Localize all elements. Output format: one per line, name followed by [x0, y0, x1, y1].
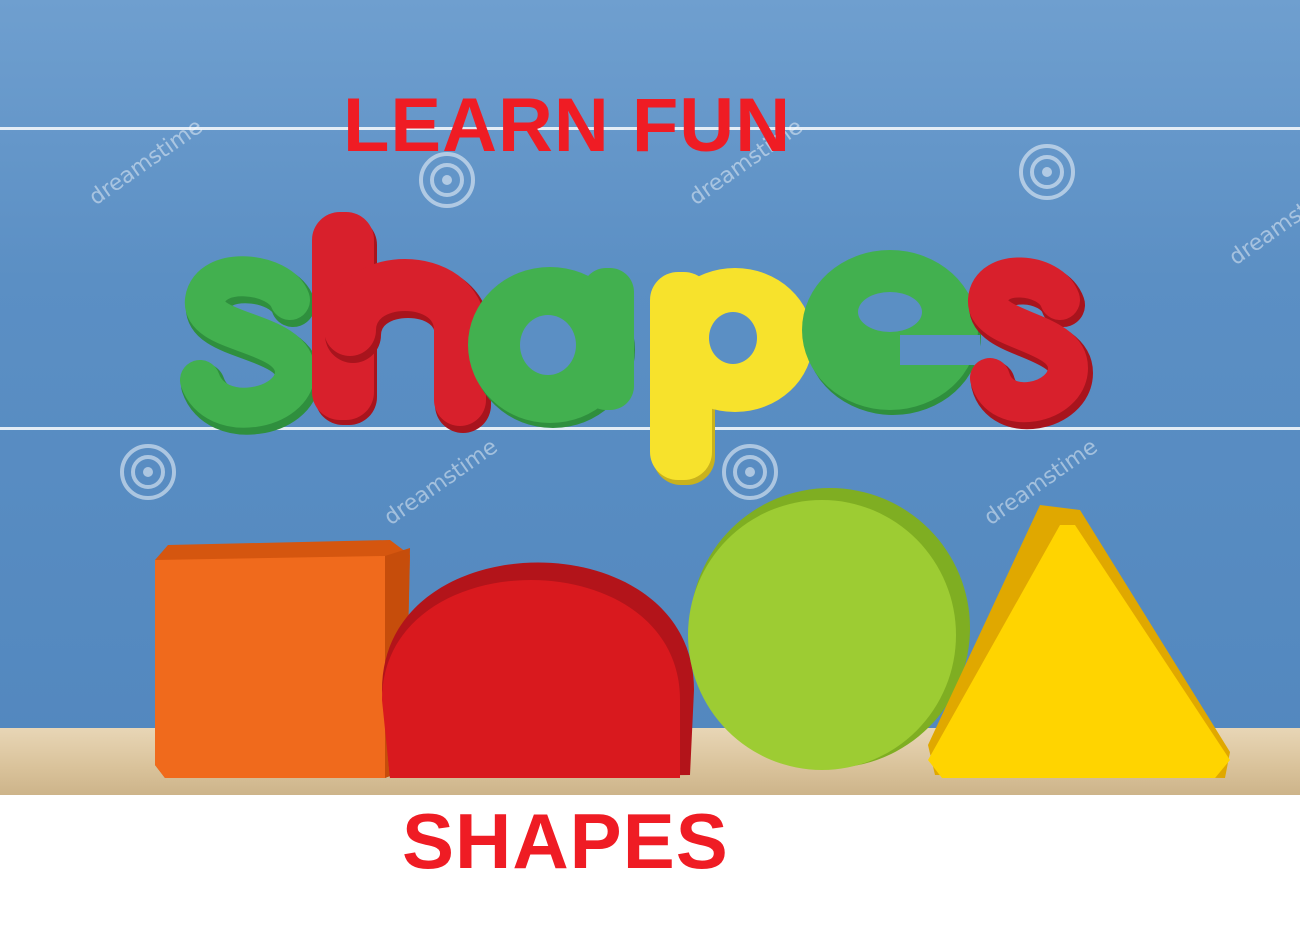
half-circle-block [382, 562, 694, 778]
circle-block [688, 488, 970, 770]
photo-scene: dreamstime dreamstime dreamstime dreamst… [0, 0, 1300, 795]
triangle-block [928, 505, 1230, 778]
caption-text: SHAPES [402, 797, 729, 885]
square-block [155, 540, 410, 778]
headline-text: LEARN FUN [343, 83, 792, 168]
